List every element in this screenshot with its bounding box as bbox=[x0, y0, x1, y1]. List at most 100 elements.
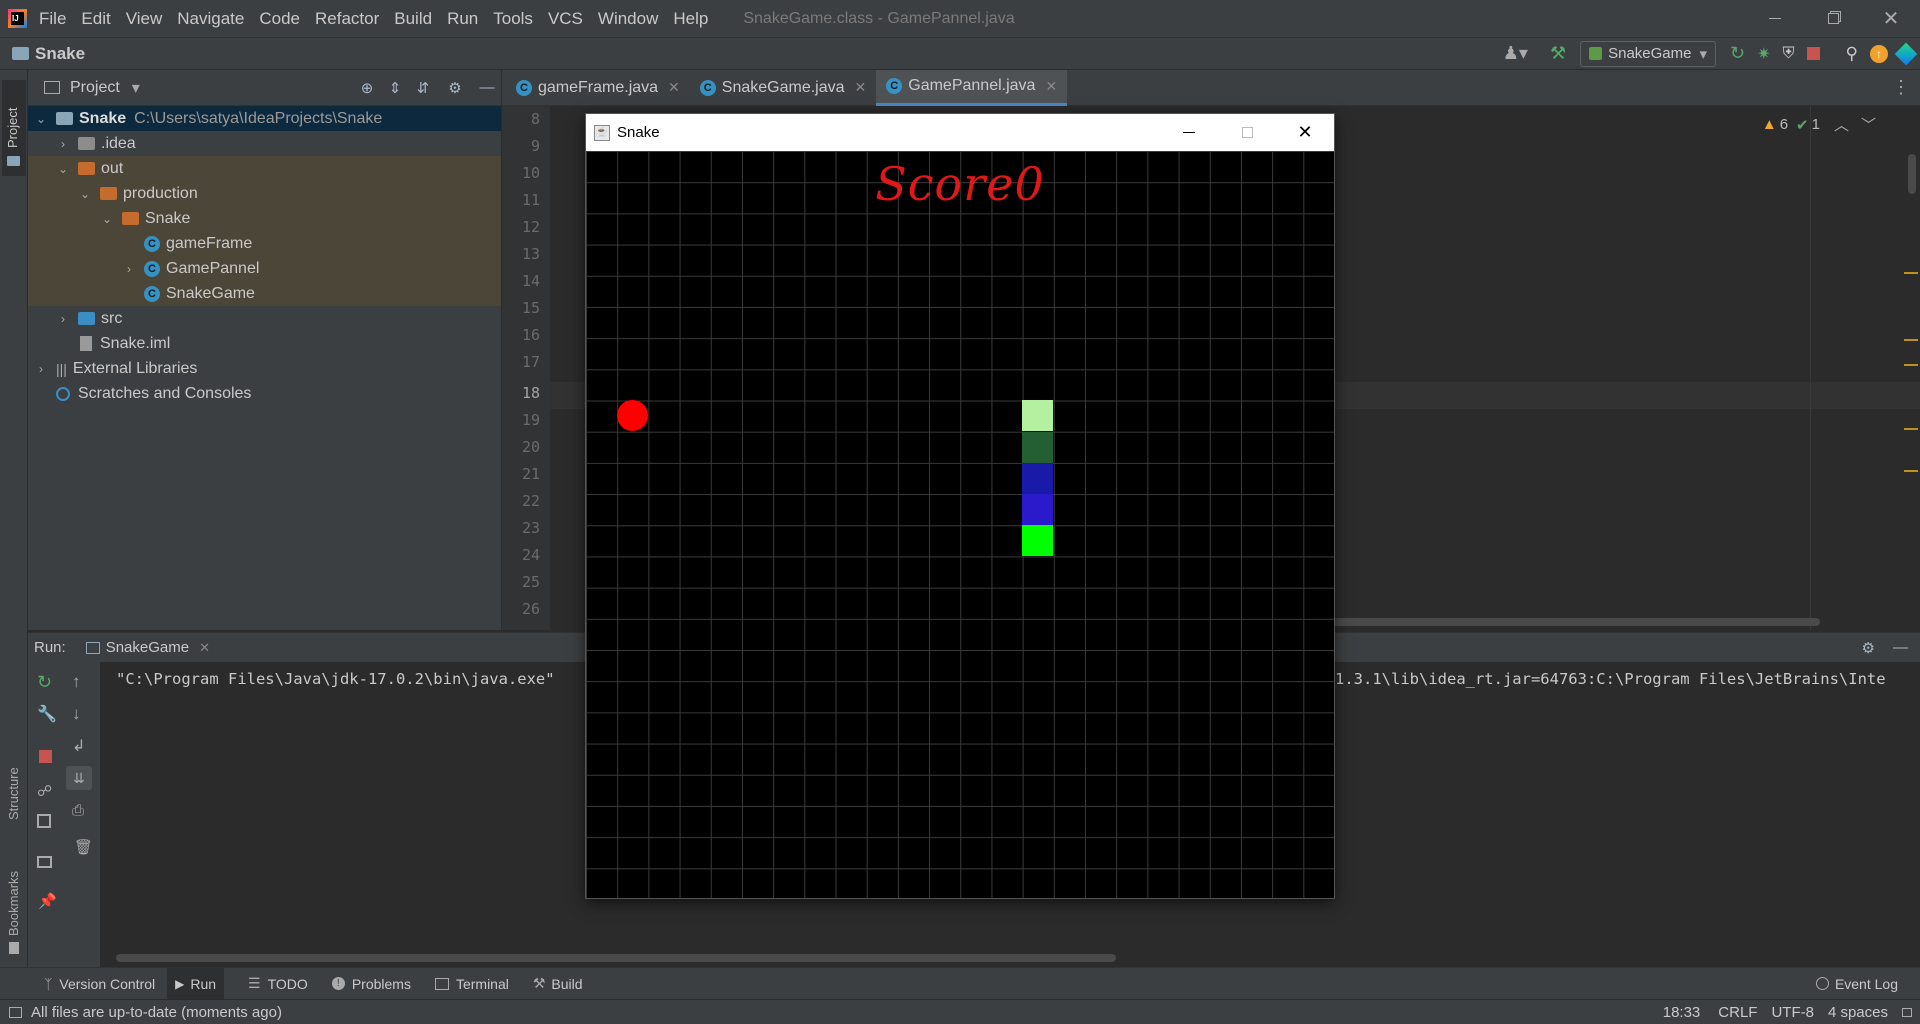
bookmarks-tool-button[interactable]: Bookmarks bbox=[2, 850, 26, 960]
tree-node-gamepannel[interactable]: › C GamePannel bbox=[28, 256, 259, 281]
inspection-widget[interactable]: ▲ 6 ✔ 1 ︿ ﹀ bbox=[1762, 114, 1876, 135]
indent-setting[interactable]: 4 spaces bbox=[1828, 1004, 1888, 1021]
wrench-icon[interactable]: 🔧 bbox=[37, 704, 57, 724]
stop-icon[interactable] bbox=[1806, 47, 1820, 60]
stop-icon[interactable] bbox=[39, 750, 52, 763]
tab-run[interactable]: ▶ Run bbox=[167, 968, 225, 999]
menu-vcs[interactable]: VCS bbox=[548, 9, 583, 29]
layout-toggle-icon[interactable] bbox=[9, 1006, 22, 1018]
rerun-icon[interactable]: ↻ bbox=[37, 672, 52, 693]
intellij-logo-icon[interactable]: IJ bbox=[8, 9, 27, 28]
caret-position[interactable]: 18:33 bbox=[1663, 1004, 1701, 1021]
camera-icon[interactable]: ☍ bbox=[37, 782, 52, 800]
close-tab-icon[interactable]: ✕ bbox=[668, 79, 680, 96]
menu-view[interactable]: View bbox=[126, 9, 163, 29]
menu-edit[interactable]: Edit bbox=[81, 9, 110, 29]
menu-code[interactable]: Code bbox=[259, 9, 300, 29]
scroll-up-icon[interactable]: ↑ bbox=[72, 672, 81, 692]
close-tab-icon[interactable]: ✕ bbox=[855, 79, 867, 96]
close-tab-icon[interactable]: ✕ bbox=[1045, 78, 1057, 95]
build-hammer-icon[interactable]: ⚒ bbox=[1550, 43, 1566, 64]
chevron-down-icon[interactable]: ▾ bbox=[132, 78, 140, 98]
run-config-select[interactable]: SnakeGame ▾ bbox=[1580, 40, 1717, 67]
breadcrumb[interactable]: Snake bbox=[35, 44, 85, 64]
file-encoding[interactable]: UTF-8 bbox=[1771, 1004, 1814, 1021]
snake-close-button[interactable]: ✕ bbox=[1276, 114, 1334, 151]
menu-tools[interactable]: Tools bbox=[493, 9, 533, 29]
game-board[interactable]: Score0 bbox=[586, 151, 1334, 898]
hide-panel-icon[interactable]: — bbox=[1893, 639, 1908, 656]
lock-icon[interactable] bbox=[1902, 1007, 1912, 1017]
trash-icon[interactable]: 🗑 bbox=[74, 838, 93, 856]
tab-terminal[interactable]: Terminal bbox=[434, 976, 509, 992]
print-icon[interactable]: ⎙ bbox=[72, 802, 84, 819]
coverage-icon[interactable]: ⛨ bbox=[1783, 45, 1795, 63]
soft-wrap-icon[interactable]: ↲ bbox=[72, 736, 85, 756]
exit-icon[interactable] bbox=[37, 814, 51, 828]
tab-version-control[interactable]: ᛉ Version Control bbox=[44, 976, 155, 992]
event-log-button[interactable]: Event Log bbox=[1815, 976, 1898, 992]
status-message[interactable]: All files are up-to-date (moments ago) bbox=[31, 1004, 282, 1021]
vertical-scrollbar-thumb[interactable] bbox=[1908, 154, 1916, 194]
tree-node-production[interactable]: ⌄ production bbox=[28, 181, 198, 206]
tree-node-iml[interactable]: Snake.iml bbox=[28, 331, 170, 356]
menu-window[interactable]: Window bbox=[598, 9, 658, 29]
menu-navigate[interactable]: Navigate bbox=[177, 9, 244, 29]
gear-icon[interactable]: ⚙ bbox=[437, 79, 473, 97]
snake-game-window[interactable]: ☕ Snake ✕ Score0 bbox=[585, 113, 1335, 899]
tab-gamepannel[interactable]: C GamePannel.java ✕ bbox=[876, 69, 1068, 106]
gear-icon[interactable]: ⚙ bbox=[1862, 639, 1875, 657]
tab-snakegame[interactable]: C SnakeGame.java ✕ bbox=[690, 70, 876, 106]
search-icon[interactable]: ⚲ bbox=[1846, 44, 1858, 64]
locate-icon[interactable]: ⊕ bbox=[353, 79, 381, 97]
tree-node-snakegame[interactable]: C SnakeGame bbox=[28, 281, 255, 306]
tab-problems[interactable]: ! Problems bbox=[331, 976, 411, 992]
tree-node-scratches[interactable]: Scratches and Consoles bbox=[28, 381, 251, 406]
scroll-to-end-button[interactable]: ⇊ bbox=[66, 766, 92, 790]
line-separator[interactable]: CRLF bbox=[1718, 1004, 1757, 1021]
menu-help[interactable]: Help bbox=[673, 9, 708, 29]
horizontal-scrollbar-thumb[interactable] bbox=[116, 954, 1116, 962]
scroll-down-icon[interactable]: ↓ bbox=[72, 704, 81, 724]
more-options-icon[interactable]: ⋮ bbox=[1892, 77, 1910, 98]
run-tab[interactable]: SnakeGame ✕ bbox=[85, 639, 210, 656]
chevron-up-icon[interactable]: ︿ bbox=[1834, 114, 1849, 135]
tab-build[interactable]: ⚒ Build bbox=[533, 975, 583, 992]
collapse-all-icon[interactable]: ⇵ bbox=[409, 79, 437, 97]
tree-node-src[interactable]: › src bbox=[28, 306, 122, 331]
minimize-button[interactable] bbox=[1746, 0, 1804, 37]
user-icon[interactable]: ♟▾ bbox=[1503, 43, 1528, 64]
update-icon[interactable]: ↑ bbox=[1870, 44, 1888, 63]
menu-run[interactable]: Run bbox=[447, 9, 478, 29]
jetbrains-toolbox-icon[interactable] bbox=[1894, 42, 1918, 65]
close-tab-icon[interactable]: ✕ bbox=[199, 640, 210, 656]
menu-file[interactable]: File bbox=[39, 9, 66, 29]
tree-node-external-libraries[interactable]: › ||| External Libraries bbox=[28, 356, 197, 381]
folder-icon bbox=[78, 137, 95, 150]
chevron-down-icon[interactable]: ﹀ bbox=[1861, 114, 1876, 135]
project-view-title[interactable]: Project bbox=[70, 79, 120, 97]
menu-refactor[interactable]: Refactor bbox=[315, 9, 379, 29]
layout-icon[interactable] bbox=[37, 856, 52, 868]
pin-icon[interactable]: 📌 bbox=[38, 892, 57, 910]
tree-node-gameframe[interactable]: C gameFrame bbox=[28, 231, 252, 256]
tab-todo[interactable]: ☰ TODO bbox=[248, 975, 308, 992]
expand-all-icon[interactable]: ⇕ bbox=[381, 79, 409, 97]
tree-node-snake-out[interactable]: ⌄ Snake bbox=[28, 206, 190, 231]
tree-node-idea[interactable]: › .idea bbox=[28, 131, 136, 156]
close-window-button[interactable]: ✕ bbox=[1862, 0, 1920, 37]
debug-icon[interactable]: ✷ bbox=[1757, 44, 1770, 64]
project-tool-button[interactable]: Project bbox=[2, 80, 26, 176]
hide-panel-icon[interactable]: — bbox=[473, 79, 501, 96]
restore-button[interactable] bbox=[1804, 0, 1862, 37]
rerun-icon[interactable]: ↻ bbox=[1730, 43, 1745, 64]
menu-build[interactable]: Build bbox=[394, 9, 432, 29]
horizontal-scrollbar-thumb[interactable] bbox=[1330, 618, 1820, 626]
snake-minimize-button[interactable] bbox=[1160, 114, 1218, 151]
structure-tool-button[interactable]: Structure bbox=[2, 750, 26, 836]
tree-node-root[interactable]: ⌄ Snake C:\Users\satya\IdeaProjects\Snak… bbox=[28, 106, 382, 131]
snake-maximize-button[interactable] bbox=[1218, 114, 1276, 151]
tree-node-out[interactable]: ⌄ out bbox=[28, 156, 123, 181]
tab-gameframe[interactable]: C gameFrame.java ✕ bbox=[506, 70, 690, 106]
snake-window-titlebar[interactable]: ☕ Snake ✕ bbox=[586, 114, 1334, 151]
